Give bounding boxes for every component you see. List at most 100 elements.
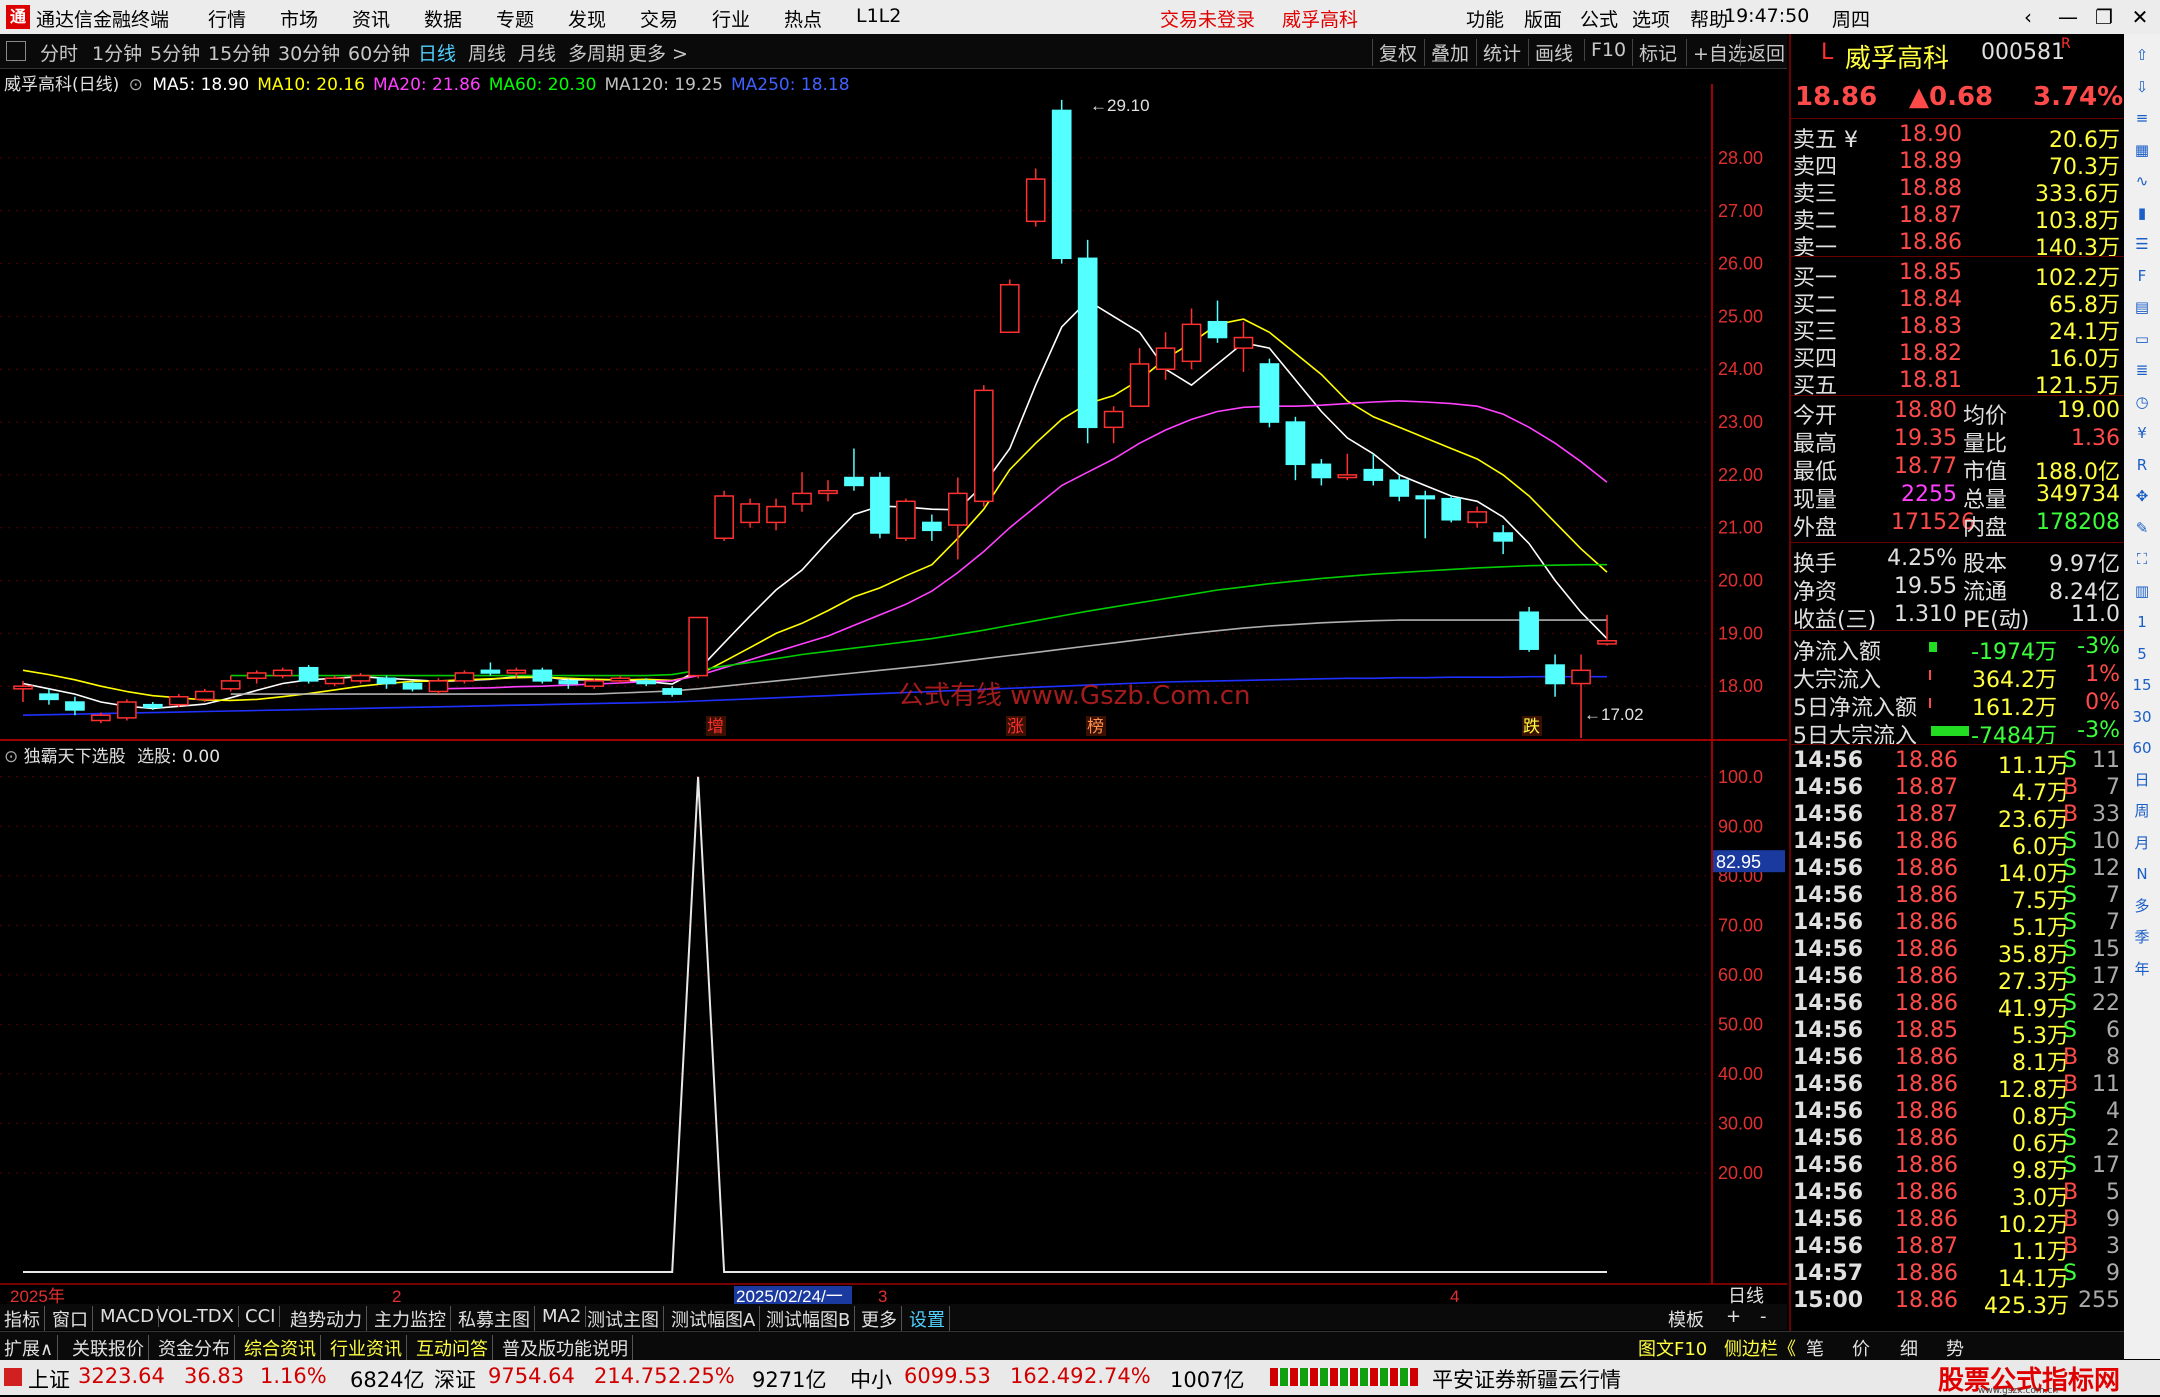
tool-btn-0[interactable]: 复权 — [1372, 39, 1417, 66]
tool-btn-1[interactable]: 叠加 — [1424, 39, 1469, 66]
period-shortcut-日[interactable]: 日 — [2129, 767, 2155, 793]
tool-btn-6[interactable]: +自选 — [1686, 39, 1747, 66]
period-shortcut-1[interactable]: 1 — [2129, 609, 2155, 635]
tool-btn-4[interactable]: F10 — [1584, 39, 1626, 61]
indicator-tab-7[interactable]: 私募主图 — [458, 1306, 535, 1332]
grid-icon[interactable]: ▦ — [2129, 137, 2155, 163]
info-tab-4[interactable]: 行业资讯 — [330, 1335, 407, 1361]
minimize-icon[interactable]: — — [2050, 3, 2086, 31]
period-2[interactable]: 5分钟 — [150, 39, 200, 66]
indicator-tab-5[interactable]: 趋势动力 — [290, 1306, 367, 1332]
chart-canvas[interactable]: 28.00 27.00 26.00 25.00 24.00 23.00 22.00 21.00… — [0, 84, 1787, 1304]
index-name[interactable]: 中小 — [850, 1364, 892, 1394]
rank-icon[interactable]: ≣ — [2129, 357, 2155, 383]
period-4[interactable]: 30分钟 — [278, 39, 340, 66]
period-shortcut-5[interactable]: 5 — [2129, 641, 2155, 667]
tab-tool-2[interactable]: - — [1760, 1306, 1767, 1327]
move-icon[interactable]: ✥ — [2129, 483, 2155, 509]
f10-icon[interactable]: F — [2129, 263, 2155, 289]
period-shortcut-多[interactable]: 多 — [2129, 893, 2155, 919]
pen-icon[interactable]: ✎ — [2129, 515, 2155, 541]
toggle-icon[interactable] — [6, 41, 26, 61]
indicator-tab-10[interactable]: 测试幅图A — [671, 1306, 761, 1332]
index-name[interactable]: 深证 — [434, 1364, 476, 1394]
money-icon[interactable]: ¥ — [2129, 420, 2155, 446]
period-9[interactable]: 多周期 — [568, 39, 625, 66]
info-tab-6[interactable]: 普及版功能说明 — [502, 1335, 633, 1361]
indicator-tab-3[interactable]: VOL-TDX — [156, 1306, 239, 1327]
menu-4[interactable]: 专题 — [496, 5, 534, 32]
table2-icon[interactable]: ▥ — [2129, 578, 2155, 604]
period-shortcut-月[interactable]: 月 — [2129, 830, 2155, 856]
side-tab-4[interactable]: 细 — [1900, 1335, 1918, 1361]
period-shortcut-年[interactable]: 年 — [2129, 956, 2155, 982]
tab-tool-1[interactable]: + — [1726, 1306, 1741, 1327]
menu-7[interactable]: 行业 — [712, 5, 750, 32]
table-icon[interactable]: ▤ — [2129, 294, 2155, 320]
right-menu-0[interactable]: 功能 — [1466, 5, 1504, 32]
menu-9[interactable]: L1L2 — [856, 5, 901, 27]
clock-icon[interactable]: ◷ — [2129, 389, 2155, 415]
server-name[interactable]: 平安证券新疆云行情 — [1432, 1364, 1621, 1394]
right-menu-1[interactable]: 版面 — [1524, 5, 1562, 32]
doc-icon[interactable]: ▭ — [2129, 326, 2155, 352]
candle-icon[interactable]: ▮ — [2129, 200, 2155, 226]
side-tab-2[interactable]: 笔 — [1806, 1335, 1824, 1361]
rsi-icon[interactable]: R — [2129, 452, 2155, 478]
indicator-tab-12[interactable]: 更多 — [861, 1306, 902, 1332]
period-shortcut-周[interactable]: 周 — [2129, 798, 2155, 824]
side-tab-1[interactable]: 侧边栏《 — [1724, 1335, 1796, 1361]
indicator-tab-8[interactable]: MA2 — [542, 1306, 587, 1327]
period-shortcut-60[interactable]: 60 — [2129, 735, 2155, 761]
chart-icon[interactable]: ∿ — [2129, 168, 2155, 194]
tool-btn-5[interactable]: 标记 — [1632, 39, 1677, 66]
period-shortcut-季[interactable]: 季 — [2129, 924, 2155, 950]
menu-2[interactable]: 资讯 — [352, 5, 390, 32]
menu-3[interactable]: 数据 — [424, 5, 462, 32]
period-1[interactable]: 1分钟 — [92, 39, 142, 66]
login-status[interactable]: 交易未登录 — [1160, 5, 1255, 32]
right-menu-3[interactable]: 选项 — [1632, 5, 1670, 32]
menu-8[interactable]: 热点 — [784, 5, 822, 32]
indicator-tab-2[interactable]: MACD — [100, 1306, 159, 1327]
tool-btn-7[interactable]: 返回 — [1740, 39, 1785, 66]
menu-1[interactable]: 市场 — [280, 5, 318, 32]
period-shortcut-N[interactable]: N — [2129, 861, 2155, 887]
restore-icon[interactable]: ❐ — [2086, 3, 2122, 31]
news-icon[interactable]: ☰ — [2129, 231, 2155, 257]
period-10[interactable]: 更多 > — [628, 39, 688, 66]
back-icon[interactable]: ‹ — [2010, 3, 2046, 31]
period-6[interactable]: 日线 — [418, 39, 456, 66]
close-icon[interactable]: ✕ — [2122, 3, 2158, 31]
indicator-tab-1[interactable]: 窗口 — [52, 1306, 93, 1332]
indicator-tab-13[interactable]: 设置 — [909, 1306, 950, 1332]
period-5[interactable]: 60分钟 — [348, 39, 410, 66]
down-icon[interactable]: ⇩ — [2129, 74, 2155, 100]
info-tab-3[interactable]: 综合资讯 — [244, 1335, 321, 1361]
info-tab-1[interactable]: 关联报价 — [72, 1335, 149, 1361]
period-0[interactable]: 分时 — [40, 39, 78, 66]
indicator-tab-4[interactable]: CCI — [245, 1306, 281, 1327]
period-7[interactable]: 周线 — [468, 39, 506, 66]
index-name[interactable]: 上证 — [28, 1364, 70, 1394]
side-tab-0[interactable]: 图文F10 — [1638, 1335, 1707, 1361]
info-tab-0[interactable]: 扩展∧ — [4, 1335, 59, 1361]
info-tab-5[interactable]: 互动问答 — [416, 1335, 493, 1361]
fs-icon[interactable]: ⛶ — [2129, 546, 2155, 572]
right-menu-2[interactable]: 公式 — [1580, 5, 1618, 32]
tool-btn-3[interactable]: 画线 — [1528, 39, 1573, 66]
tool-btn-2[interactable]: 统计 — [1476, 39, 1521, 66]
side-tab-3[interactable]: 价 — [1852, 1335, 1870, 1361]
right-menu-4[interactable]: 帮助 — [1690, 5, 1728, 32]
period-shortcut-15[interactable]: 15 — [2129, 672, 2155, 698]
period-8[interactable]: 月线 — [518, 39, 556, 66]
indicator-tab-9[interactable]: 测试主图 — [587, 1306, 664, 1332]
menu-5[interactable]: 发现 — [568, 5, 606, 32]
indicator-tab-0[interactable]: 指标 — [4, 1306, 45, 1332]
indicator-toggle-icon[interactable]: ⊙ — [4, 747, 18, 767]
info-tab-2[interactable]: 资金分布 — [158, 1335, 235, 1361]
period-shortcut-30[interactable]: 30 — [2129, 704, 2155, 730]
list-icon[interactable]: ≡ — [2129, 105, 2155, 131]
period-3[interactable]: 15分钟 — [208, 39, 270, 66]
indicator-tab-6[interactable]: 主力监控 — [374, 1306, 451, 1332]
